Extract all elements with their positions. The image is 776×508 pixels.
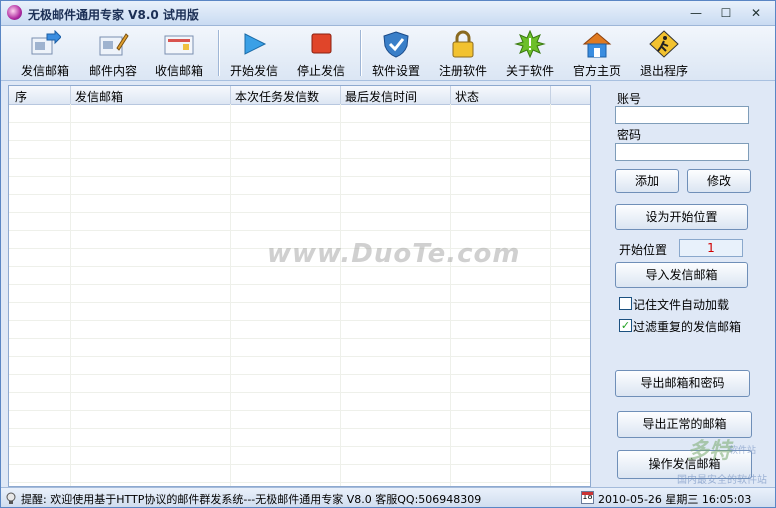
toolbar-register-button[interactable]: 注册软件 (431, 26, 495, 80)
main-window: 无极邮件通用专家 V8.0 试用版 — ☐ ✕ 发信邮箱 邮件内容 收信邮箱 开… (0, 0, 776, 508)
watermark-tagline: 国内最安全的软件站 (677, 475, 767, 486)
column-divider[interactable] (450, 86, 451, 104)
toolbar-label: 开始发信 (229, 64, 278, 78)
app-logo-icon (7, 5, 22, 20)
table-row (9, 338, 590, 339)
toolbar-stop-send-button[interactable]: 停止发信 (289, 26, 353, 80)
column-divider[interactable] (340, 86, 341, 104)
column-header-status[interactable]: 状态 (455, 88, 479, 105)
table-row (9, 482, 590, 483)
toolbar-label: 停止发信 (296, 64, 345, 78)
mail-content-icon (99, 33, 129, 56)
column-header-last-send-time[interactable]: 最后发信时间 (345, 88, 417, 105)
table-row (9, 356, 590, 357)
remember-file-checkbox[interactable] (619, 297, 632, 310)
toolbar-label: 退出程序 (639, 64, 688, 78)
toolbar-homepage-button[interactable]: 官方主页 (565, 26, 629, 80)
import-sender-mailbox-button[interactable]: 导入发信邮箱 (615, 262, 748, 288)
filter-duplicate-label[interactable]: 过滤重复的发信邮箱 (633, 318, 741, 335)
status-datetime: 2010-05-26 星期三 16:05:03 (598, 493, 752, 506)
toolbar-label: 关于软件 (505, 64, 554, 78)
close-button[interactable]: ✕ (745, 5, 767, 21)
account-input[interactable] (615, 106, 749, 124)
toolbar-settings-button[interactable]: 软件设置 (364, 26, 428, 80)
table-row (9, 320, 590, 321)
column-divider[interactable] (550, 86, 551, 104)
export-mailbox-password-button[interactable]: 导出邮箱和密码 (615, 370, 750, 397)
receiver-mailbox-icon (164, 35, 194, 55)
status-bar: 提醒: 欢迎使用基于HTTP协议的邮件群发系统---无极邮件通用专家 V8.0 … (1, 487, 775, 507)
toolbar-label: 软件设置 (371, 64, 420, 78)
column-header-task-count[interactable]: 本次任务发信数 (235, 88, 319, 105)
account-label: 账号 (617, 92, 642, 106)
toolbar-label: 收信邮箱 (154, 64, 203, 78)
toolbar-start-send-button[interactable]: 开始发信 (222, 26, 286, 80)
table-row (9, 140, 590, 141)
table-row (9, 212, 590, 213)
watermark-text: www.DuoTe.com (267, 239, 521, 269)
tip-icon (6, 492, 16, 504)
table-row (9, 230, 590, 231)
lock-icon (452, 30, 474, 58)
title-bar[interactable]: 无极邮件通用专家 V8.0 试用版 — ☐ ✕ (1, 1, 775, 26)
play-icon (244, 33, 267, 55)
calendar-icon: 18 (581, 491, 594, 504)
table-row (9, 374, 590, 375)
stop-icon (311, 33, 332, 54)
table-row (9, 194, 590, 195)
toolbar-label: 官方主页 (572, 64, 621, 78)
table-row (9, 284, 590, 285)
set-start-position-button[interactable]: 设为开始位置 (615, 204, 748, 230)
toolbar: 发信邮箱 邮件内容 收信邮箱 开始发信 停止发信 软件设置 注册软件 关于软件 … (1, 26, 775, 81)
column-header-sender-mailbox[interactable]: 发信邮箱 (75, 88, 123, 105)
password-label: 密码 (617, 128, 642, 142)
toolbar-exit-button[interactable]: 退出程序 (632, 26, 696, 80)
filter-duplicate-checkbox[interactable]: ✓ (619, 319, 632, 332)
remember-file-label[interactable]: 记住文件自动加载 (633, 296, 729, 313)
sender-mailbox-table[interactable]: 序 发信邮箱 本次任务发信数 最后发信时间 状态 (8, 85, 591, 487)
home-icon (582, 32, 612, 58)
exit-sign-icon (649, 30, 679, 58)
modify-button[interactable]: 修改 (687, 169, 751, 193)
watermark-brand: 多特 (687, 439, 732, 464)
table-row (9, 428, 590, 429)
toolbar-receiver-mailbox-button[interactable]: 收信邮箱 (147, 26, 211, 80)
sun-icon (514, 30, 546, 58)
add-button[interactable]: 添加 (615, 169, 679, 193)
sender-mailbox-icon (31, 30, 61, 55)
maximize-button[interactable]: ☐ (715, 5, 737, 21)
table-header: 序 发信邮箱 本次任务发信数 最后发信时间 状态 (9, 86, 590, 105)
toolbar-label: 发信邮箱 (20, 64, 69, 78)
column-divider[interactable] (230, 86, 231, 104)
table-row (9, 122, 590, 123)
table-row (9, 302, 590, 303)
shield-icon (383, 31, 409, 58)
watermark-brand-small: 软件站 (729, 446, 757, 456)
toolbar-mail-content-button[interactable]: 邮件内容 (81, 26, 145, 80)
account-panel: 账号 密码 添加 修改 设为开始位置 开始位置 1 导入发信邮箱 记住文件自动加… (595, 85, 769, 485)
toolbar-label: 邮件内容 (88, 64, 137, 78)
column-divider[interactable] (70, 86, 71, 104)
window-title: 无极邮件通用专家 V8.0 试用版 (28, 8, 199, 22)
column-header-index[interactable]: 序 (15, 88, 27, 105)
corner-watermark: 多特 软件站 国内最安全的软件站 (677, 433, 773, 489)
start-position-label: 开始位置 (619, 243, 668, 257)
table-row (9, 446, 590, 447)
table-row (9, 158, 590, 159)
toolbar-label: 注册软件 (438, 64, 487, 78)
table-row (9, 464, 590, 465)
status-message: 提醒: 欢迎使用基于HTTP协议的邮件群发系统---无极邮件通用专家 V8.0 … (21, 493, 482, 506)
toolbar-about-button[interactable]: 关于软件 (498, 26, 562, 80)
password-input[interactable] (615, 143, 749, 161)
table-row (9, 176, 590, 177)
table-row (9, 410, 590, 411)
minimize-button[interactable]: — (685, 5, 707, 21)
toolbar-sender-mailbox-button[interactable]: 发信邮箱 (13, 26, 77, 80)
table-row (9, 392, 590, 393)
start-position-value[interactable]: 1 (679, 239, 743, 257)
